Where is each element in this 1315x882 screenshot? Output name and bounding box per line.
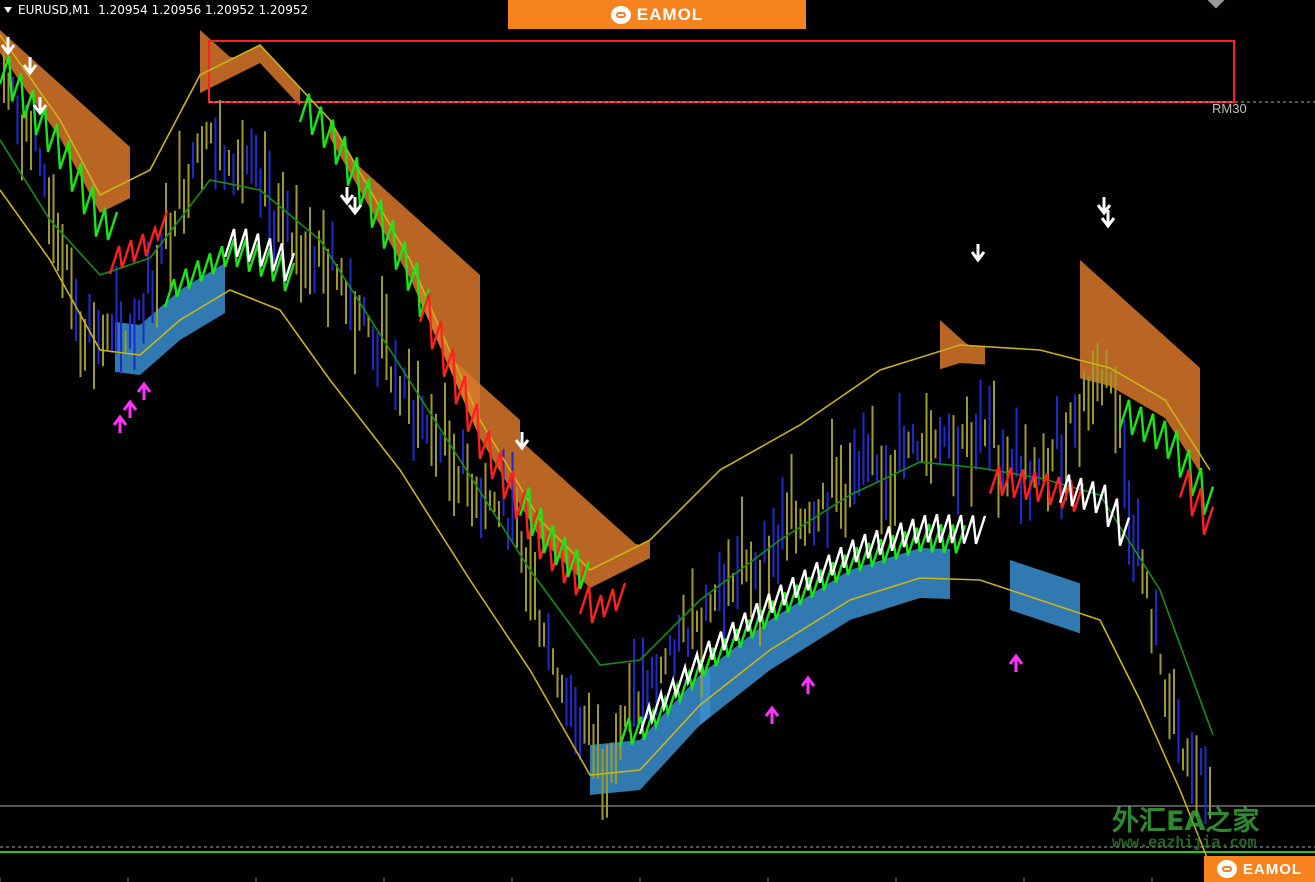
- eamol-logo-text: EAMOL: [636, 4, 704, 24]
- symbol-name: EURUSD,M1: [18, 3, 91, 17]
- chart-area[interactable]: EURUSD,M1 1.20954 1.20956 1.20952 1.2095…: [0, 0, 1315, 882]
- chevron-down-icon[interactable]: [4, 7, 12, 13]
- level-label-rm30: RM30: [1212, 101, 1247, 116]
- eamol-logo-icon: [1216, 860, 1237, 878]
- eamol-logo-icon: [610, 5, 631, 24]
- orange-cloud: [0, 30, 130, 213]
- symbol-prices: 1.20954 1.20956 1.20952 1.20952: [98, 3, 309, 17]
- blue-cloud: [1010, 560, 1080, 634]
- eamol-logo-bottom: EAMOL: [1204, 856, 1315, 882]
- trend-line-red: [108, 210, 169, 275]
- eamol-logo-top: EAMOL: [508, 0, 806, 29]
- middle-band: [0, 139, 1214, 736]
- resistance-box: [208, 40, 1235, 103]
- trend-line-green: [298, 93, 431, 318]
- trend-line-white: [1058, 474, 1131, 547]
- eamol-logo-text: EAMOL: [1242, 860, 1303, 878]
- symbol-bar[interactable]: EURUSD,M1 1.20954 1.20956 1.20952 1.2095…: [4, 3, 308, 17]
- watermark-url: www.eazhijia.com: [1112, 833, 1257, 851]
- trend-line-red: [578, 582, 627, 624]
- price-chart[interactable]: [0, 0, 1315, 882]
